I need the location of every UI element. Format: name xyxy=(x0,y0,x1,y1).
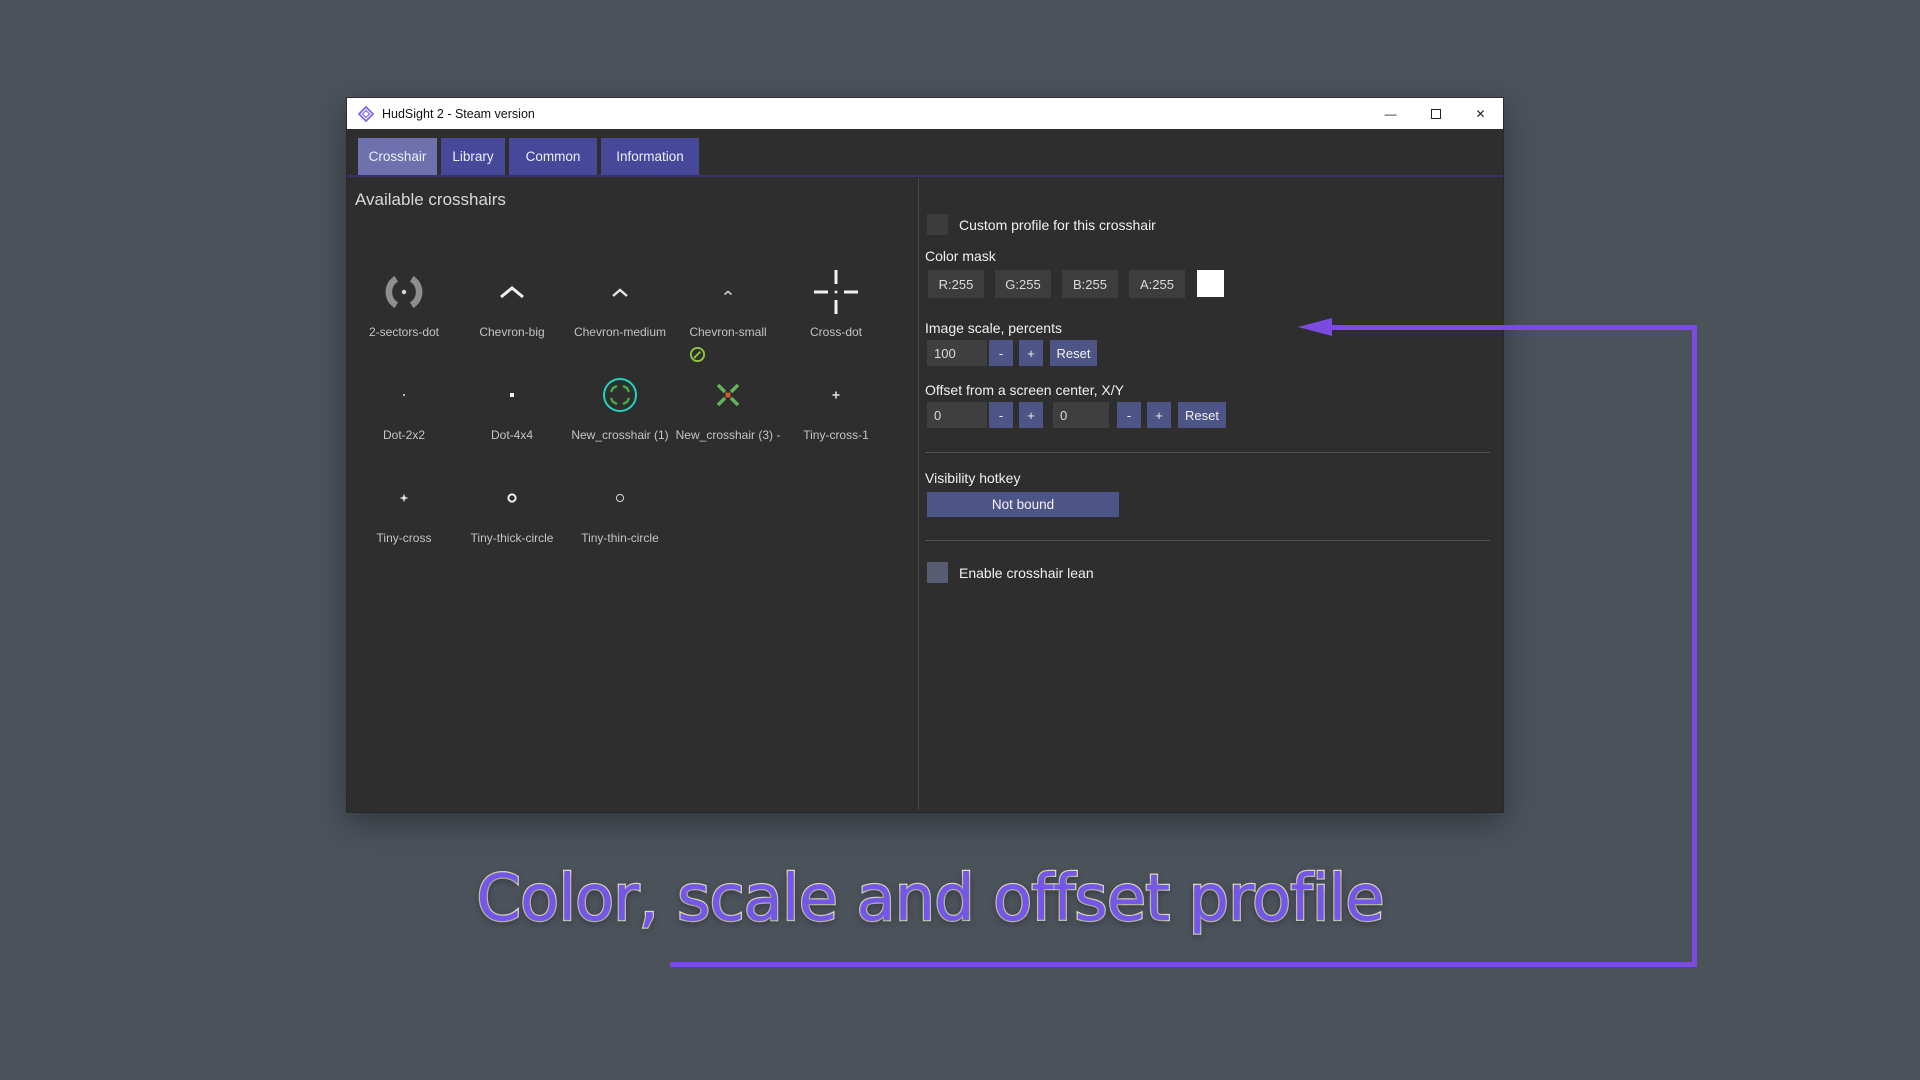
app-window: HudSight 2 - Steam version — ✕ Crosshair… xyxy=(347,98,1503,812)
offset-y-input[interactable] xyxy=(1053,402,1109,428)
scale-plus-button[interactable]: + xyxy=(1019,340,1043,366)
crosshair-item[interactable]: Tiny-cross-1 xyxy=(782,363,890,445)
crosshair-new-crosshair-3-icon xyxy=(707,374,749,416)
crosshair-item[interactable]: Dot-4x4 xyxy=(458,363,566,445)
crosshair-chevron-medium-icon xyxy=(600,280,640,304)
offset-y-plus-button[interactable]: + xyxy=(1147,402,1171,428)
crosshair-name: Chevron-medium xyxy=(566,324,674,340)
maximize-button[interactable] xyxy=(1413,98,1458,129)
crosshair-item[interactable]: Tiny-cross xyxy=(350,466,458,548)
annotation-arrowhead-icon xyxy=(1298,318,1332,336)
red-mask-button[interactable]: R:255 xyxy=(928,270,984,298)
blue-mask-button[interactable]: B:255 xyxy=(1062,270,1118,298)
crosshair-item[interactable]: Chevron-small xyxy=(674,260,782,342)
color-mask-label: Color mask xyxy=(925,248,996,264)
custom-profile-label: Custom profile for this crosshair xyxy=(959,217,1156,233)
crosshair-name: Tiny-thin-circle xyxy=(566,530,674,546)
crosshair-item[interactable]: New_crosshair (1) xyxy=(566,363,674,445)
title-bar: HudSight 2 - Steam version — ✕ xyxy=(347,98,1503,129)
crosshair-chevron-big-icon xyxy=(492,280,532,304)
crosshair-item[interactable]: Cross-dot xyxy=(782,260,890,342)
tab-bar: Crosshair Library Common Information xyxy=(347,138,1503,175)
annotation-underline xyxy=(670,962,1697,967)
crosshair-name: Dot-2x2 xyxy=(350,427,458,443)
offset-x-minus-button[interactable]: - xyxy=(989,402,1013,428)
color-swatch[interactable] xyxy=(1197,270,1224,297)
maximize-icon xyxy=(1431,109,1441,119)
crosshair-name: Dot-4x4 xyxy=(458,427,566,443)
crosshair-item[interactable]: 2-sectors-dot xyxy=(350,260,458,342)
crosshair-tiny-thin-circle-icon xyxy=(600,478,640,518)
tab-crosshair[interactable]: Crosshair xyxy=(358,138,437,175)
crosshair-item[interactable]: Chevron-medium xyxy=(566,260,674,342)
crosshair-item[interactable]: Dot-2x2 xyxy=(350,363,458,445)
offset-y-minus-button[interactable]: - xyxy=(1117,402,1141,428)
crosshair-name: Chevron-big xyxy=(458,324,566,340)
scale-reset-button[interactable]: Reset xyxy=(1050,340,1097,366)
separator xyxy=(925,452,1490,453)
offset-reset-button[interactable]: Reset xyxy=(1178,402,1226,428)
annotation-caption: Color, scale and offset profile xyxy=(460,862,1400,936)
image-scale-input[interactable] xyxy=(927,340,987,366)
tab-common[interactable]: Common xyxy=(509,138,597,175)
image-scale-label: Image scale, percents xyxy=(925,320,1062,336)
offset-x-input[interactable] xyxy=(927,402,987,428)
custom-profile-checkbox[interactable] xyxy=(927,214,948,235)
scale-minus-button[interactable]: - xyxy=(989,340,1013,366)
offset-x-plus-button[interactable]: + xyxy=(1019,402,1043,428)
crosshair-cross-dot-icon xyxy=(812,267,860,317)
tab-label: Common xyxy=(526,149,581,164)
available-crosshairs-heading: Available crosshairs xyxy=(355,190,506,210)
crosshair-name: Tiny-cross xyxy=(350,530,458,546)
tab-underline xyxy=(347,175,1503,177)
hotkey-bind-button[interactable]: Not bound xyxy=(927,492,1119,517)
crosshair-tiny-cross-icon xyxy=(384,478,424,518)
crosshair-item[interactable]: New_crosshair (3) - xyxy=(674,363,782,445)
crosshair-item[interactable]: Tiny-thin-circle xyxy=(566,466,674,548)
offset-label: Offset from a screen center, X/Y xyxy=(925,382,1124,398)
tab-label: Information xyxy=(616,149,684,164)
crosshair-name: 2-sectors-dot xyxy=(350,324,458,340)
minimize-button[interactable]: — xyxy=(1368,98,1413,129)
green-mask-button[interactable]: G:255 xyxy=(995,270,1051,298)
crosshair-name: New_crosshair (3) - xyxy=(674,427,782,443)
crosshair-name: Tiny-cross-1 xyxy=(782,427,890,443)
crosshair-dot-2x2-icon xyxy=(384,375,424,415)
visibility-hotkey-label: Visibility hotkey xyxy=(925,470,1020,486)
separator xyxy=(925,540,1490,541)
tab-label: Library xyxy=(452,149,493,164)
crosshair-2-sectors-dot-icon xyxy=(382,270,426,314)
edited-badge-icon xyxy=(689,346,706,363)
crosshair-item[interactable]: Chevron-big xyxy=(458,260,566,342)
tab-information[interactable]: Information xyxy=(601,138,699,175)
crosshair-name: Chevron-small xyxy=(674,324,782,340)
tab-label: Crosshair xyxy=(369,149,427,164)
close-icon: ✕ xyxy=(1475,107,1485,121)
crosshair-tiny-cross-1-icon xyxy=(816,375,856,415)
crosshair-dot-4x4-icon xyxy=(492,375,532,415)
alpha-mask-button[interactable]: A:255 xyxy=(1129,270,1185,298)
crosshair-lean-label: Enable crosshair lean xyxy=(959,565,1094,581)
window-title: HudSight 2 - Steam version xyxy=(382,107,535,121)
crosshair-chevron-small-icon xyxy=(708,280,748,304)
crosshair-item[interactable]: Tiny-thick-circle xyxy=(458,466,566,548)
minimize-icon: — xyxy=(1385,107,1397,121)
crosshair-tiny-thick-circle-icon xyxy=(492,478,532,518)
crosshair-name: Tiny-thick-circle xyxy=(458,530,566,546)
crosshair-name: Cross-dot xyxy=(782,324,890,340)
tab-library[interactable]: Library xyxy=(441,138,505,175)
hudsight-logo-icon xyxy=(358,106,374,122)
panel-divider xyxy=(918,178,919,810)
annotation-arrow-vertical-line xyxy=(1692,326,1697,967)
close-button[interactable]: ✕ xyxy=(1458,98,1503,129)
annotation-arrow-horizontal-line xyxy=(1320,325,1697,330)
crosshair-new-crosshair-1-icon xyxy=(599,374,641,416)
crosshair-lean-checkbox[interactable] xyxy=(927,562,948,583)
crosshair-name: New_crosshair (1) xyxy=(566,427,674,443)
